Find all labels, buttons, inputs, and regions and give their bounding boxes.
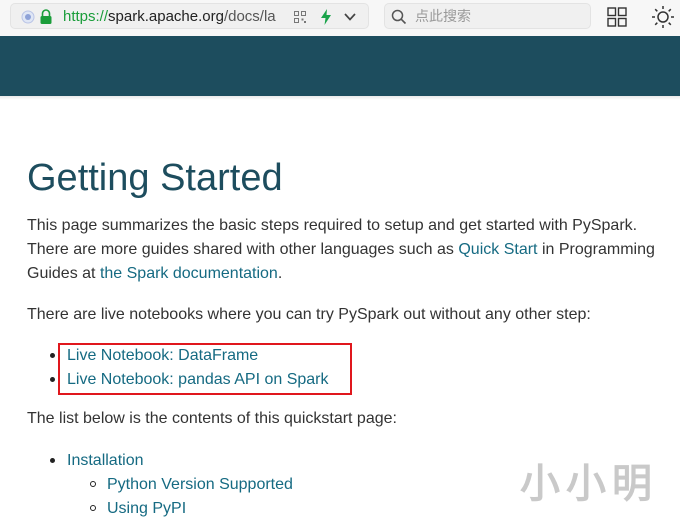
notebooks-intro: There are live notebooks where you can t…	[27, 306, 591, 323]
lock-icon[interactable]	[39, 9, 53, 25]
url-host: spark.apache.org	[108, 8, 224, 25]
list-item: Python Version Supported	[90, 473, 293, 497]
browser-toolbar: https://spark.apache.org/docs/la 点此搜索	[0, 0, 680, 36]
site-header-bar	[0, 36, 680, 96]
theme-sun-icon[interactable]	[651, 5, 675, 29]
bullet-icon	[50, 353, 55, 358]
installation-sublist: Python Version Supported Using PyPI	[90, 473, 293, 521]
intro-text-3: .	[277, 265, 283, 282]
list-item: Installation	[50, 449, 144, 473]
url-path: /docs/la	[223, 8, 276, 25]
spark-documentation-link[interactable]: the Spark documentation	[100, 265, 278, 282]
highlight-box	[58, 343, 352, 395]
quick-start-link[interactable]: Quick Start	[458, 241, 537, 258]
list-item: Using PyPI	[90, 497, 293, 521]
contents-list: Installation	[50, 449, 144, 473]
search-icon	[391, 9, 407, 25]
intro-paragraph: This page summarizes the basic steps req…	[27, 214, 672, 286]
url-scheme: https://	[63, 8, 109, 25]
qr-code-icon[interactable]	[294, 11, 306, 23]
using-pypi-link[interactable]: Using PyPI	[107, 500, 186, 517]
address-bar[interactable]: https://spark.apache.org/docs/la	[10, 3, 369, 29]
chevron-down-icon[interactable]	[343, 11, 357, 23]
lightning-icon[interactable]	[320, 9, 332, 25]
site-indicator-icon	[21, 10, 35, 24]
header-shadow	[0, 96, 680, 100]
contents-intro: The list below is the contents of this q…	[27, 410, 397, 427]
python-version-link[interactable]: Python Version Supported	[107, 476, 293, 493]
watermark: 小小明	[520, 460, 658, 507]
installation-link[interactable]: Installation	[67, 452, 144, 469]
bullet-icon	[50, 458, 55, 463]
bullet-icon	[50, 377, 55, 382]
search-placeholder: 点此搜索	[415, 9, 471, 25]
search-box[interactable]: 点此搜索	[384, 3, 591, 29]
apps-grid-icon[interactable]	[607, 7, 627, 27]
circle-bullet-icon	[90, 505, 96, 511]
page-title: Getting Started	[27, 157, 283, 199]
circle-bullet-icon	[90, 481, 96, 487]
url-text[interactable]: https://spark.apache.org/docs/la	[63, 8, 289, 26]
